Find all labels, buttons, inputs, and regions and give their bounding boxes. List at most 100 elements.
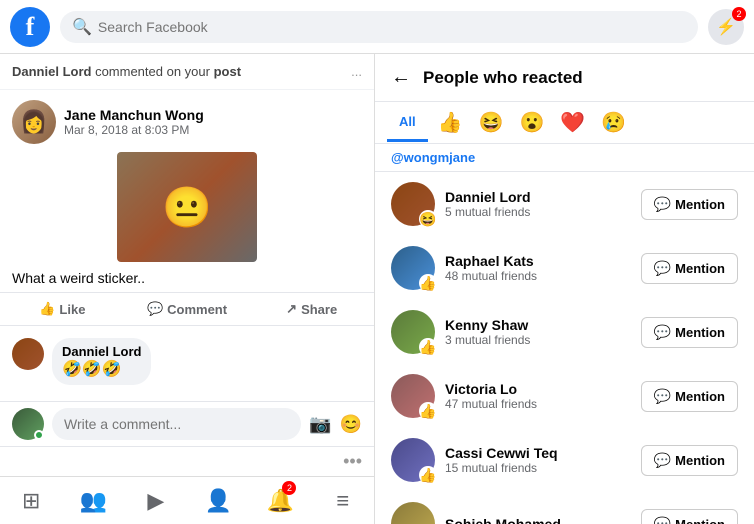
list-item: 👍 Victoria Lo 47 mutual friends 💬 Mentio… xyxy=(375,364,754,428)
person-avatar-wrap: 😆 xyxy=(391,182,435,226)
sticker-image: 😐 xyxy=(162,184,212,231)
notification-header: Danniel Lord commented on your post... xyxy=(0,54,374,90)
messenger-badge: 2 xyxy=(732,7,746,21)
person-info: Victoria Lo 47 mutual friends xyxy=(445,381,641,411)
bottom-nav: ⊞ 👥 ▶ 👤 🔔 2 ≡ xyxy=(0,476,374,524)
highlight-user: @wongmjane xyxy=(375,144,754,172)
mention-button[interactable]: 💬 Mention xyxy=(641,445,738,476)
comment-author: Danniel Lord xyxy=(62,344,141,359)
comment-input[interactable] xyxy=(52,408,301,440)
emoji-icon[interactable]: 😊 xyxy=(340,414,362,435)
person-info: Sohieb Mohamed xyxy=(445,516,641,524)
person-reaction-icon: 👍 xyxy=(419,402,437,420)
search-input[interactable] xyxy=(98,19,686,35)
comment-button[interactable]: 💬 Comment xyxy=(125,293,250,325)
person-avatar xyxy=(391,502,435,524)
mention-button[interactable]: 💬 Mention xyxy=(641,317,738,348)
post-time: Mar 8, 2018 at 8:03 PM xyxy=(64,123,362,137)
back-button[interactable]: ← xyxy=(391,66,411,89)
facebook-logo: f xyxy=(10,7,50,47)
video-icon: ▶ xyxy=(147,488,164,514)
person-reaction-icon: 👍 xyxy=(419,338,437,356)
comment-icons: 📷 😊 xyxy=(309,414,362,435)
menu-icon: ≡ xyxy=(336,488,349,514)
search-bar[interactable]: 🔍 xyxy=(60,11,698,43)
tab-like[interactable]: 👍 xyxy=(432,102,469,143)
reactions-header: ← People who reacted xyxy=(375,54,754,102)
chat-icon: 💬 xyxy=(654,196,671,213)
nav-video[interactable]: ▶ xyxy=(125,477,187,524)
list-item: 👍 Cassi Cewwi Teq 15 mutual friends 💬 Me… xyxy=(375,428,754,492)
chat-icon: 💬 xyxy=(654,452,671,469)
nav-menu[interactable]: ≡ xyxy=(312,477,374,524)
person-mutual: 3 mutual friends xyxy=(445,333,641,347)
post-text: What a weird sticker.. xyxy=(12,270,362,286)
share-icon: ↗ xyxy=(286,301,297,317)
mention-label: Mention xyxy=(675,517,725,524)
person-name: Victoria Lo xyxy=(445,381,641,397)
person-mutual: 15 mutual friends xyxy=(445,461,641,475)
messenger-icon: ⚡ xyxy=(716,17,736,37)
online-indicator xyxy=(34,430,44,440)
nav-home[interactable]: ⊞ xyxy=(0,477,62,524)
post-author-name: Jane Manchun Wong xyxy=(64,107,362,123)
chat-icon: 💬 xyxy=(654,260,671,277)
reaction-tabs: All 👍 😆 😮 ❤️ 😢 xyxy=(375,102,754,144)
chat-icon: 💬 xyxy=(654,324,671,341)
search-icon: 🔍 xyxy=(72,17,92,37)
comment-item: Danniel Lord 🤣🤣🤣 xyxy=(12,338,362,385)
messenger-button[interactable]: ⚡ 2 xyxy=(708,9,744,45)
tab-sad[interactable]: 😢 xyxy=(595,102,632,143)
person-name: Sohieb Mohamed xyxy=(445,516,641,524)
mention-label: Mention xyxy=(675,389,725,404)
more-options-dots[interactable]: ••• xyxy=(343,451,362,472)
notif-action: commented on your xyxy=(91,64,213,79)
person-reaction-icon: 👍 xyxy=(419,274,437,292)
mention-button[interactable]: 💬 Mention xyxy=(641,253,738,284)
person-avatar-wrap: 👍 xyxy=(391,438,435,482)
person-avatar-wrap: 👍 xyxy=(391,374,435,418)
tab-haha[interactable]: 😆 xyxy=(473,102,510,143)
tab-wow[interactable]: 😮 xyxy=(513,102,550,143)
person-avatar-wrap: 👍 xyxy=(391,246,435,290)
list-item: 👍 Kenny Shaw 3 mutual friends 💬 Mention xyxy=(375,300,754,364)
person-avatar-wrap: 😆 xyxy=(391,502,435,524)
nav-profile[interactable]: 👤 xyxy=(187,477,249,524)
tab-love[interactable]: ❤️ xyxy=(554,102,591,143)
person-info: Raphael Kats 48 mutual friends xyxy=(445,253,641,283)
camera-icon[interactable]: 📷 xyxy=(309,414,331,435)
share-button[interactable]: ↗ Share xyxy=(249,293,374,325)
list-item: 👍 Raphael Kats 48 mutual friends 💬 Menti… xyxy=(375,236,754,300)
app-header: f 🔍 ⚡ 2 xyxy=(0,0,754,54)
nav-notifications[interactable]: 🔔 2 xyxy=(249,477,311,524)
like-button[interactable]: 👍 Like xyxy=(0,293,125,325)
right-panel: ← People who reacted All 👍 😆 😮 ❤️ 😢 @won… xyxy=(375,54,754,524)
post-author-avatar: 👩 xyxy=(12,100,56,144)
person-info: Cassi Cewwi Teq 15 mutual friends xyxy=(445,445,641,475)
more-options-button[interactable]: ... xyxy=(351,64,362,79)
person-reaction-icon: 👍 xyxy=(419,466,437,484)
person-avatar-wrap: 👍 xyxy=(391,310,435,354)
notif-target: post xyxy=(214,64,241,79)
mention-button[interactable]: 💬 Mention xyxy=(641,509,738,524)
notification-badge: 2 xyxy=(282,481,296,495)
person-mutual: 47 mutual friends xyxy=(445,397,641,411)
mention-button[interactable]: 💬 Mention xyxy=(641,189,738,220)
home-icon: ⊞ xyxy=(22,488,40,514)
current-user-avatar xyxy=(12,408,44,440)
person-name: Raphael Kats xyxy=(445,253,641,269)
comment-emoji: 🤣🤣🤣 xyxy=(62,361,122,378)
profile-icon: 👤 xyxy=(204,488,231,514)
post-user-info: Jane Manchun Wong Mar 8, 2018 at 8:03 PM xyxy=(64,107,362,137)
person-mutual: 5 mutual friends xyxy=(445,205,641,219)
mention-label: Mention xyxy=(675,197,725,212)
mention-button[interactable]: 💬 Mention xyxy=(641,381,738,412)
post-image: 😐 xyxy=(117,152,257,262)
notif-user: Danniel Lord xyxy=(12,64,91,79)
reactions-title: People who reacted xyxy=(423,68,583,88)
nav-friends[interactable]: 👥 xyxy=(62,477,124,524)
comment-icon: 💬 xyxy=(147,301,163,317)
person-name: Cassi Cewwi Teq xyxy=(445,445,641,461)
comment-bubble: Danniel Lord 🤣🤣🤣 xyxy=(52,338,151,385)
tab-all[interactable]: All xyxy=(387,104,428,142)
